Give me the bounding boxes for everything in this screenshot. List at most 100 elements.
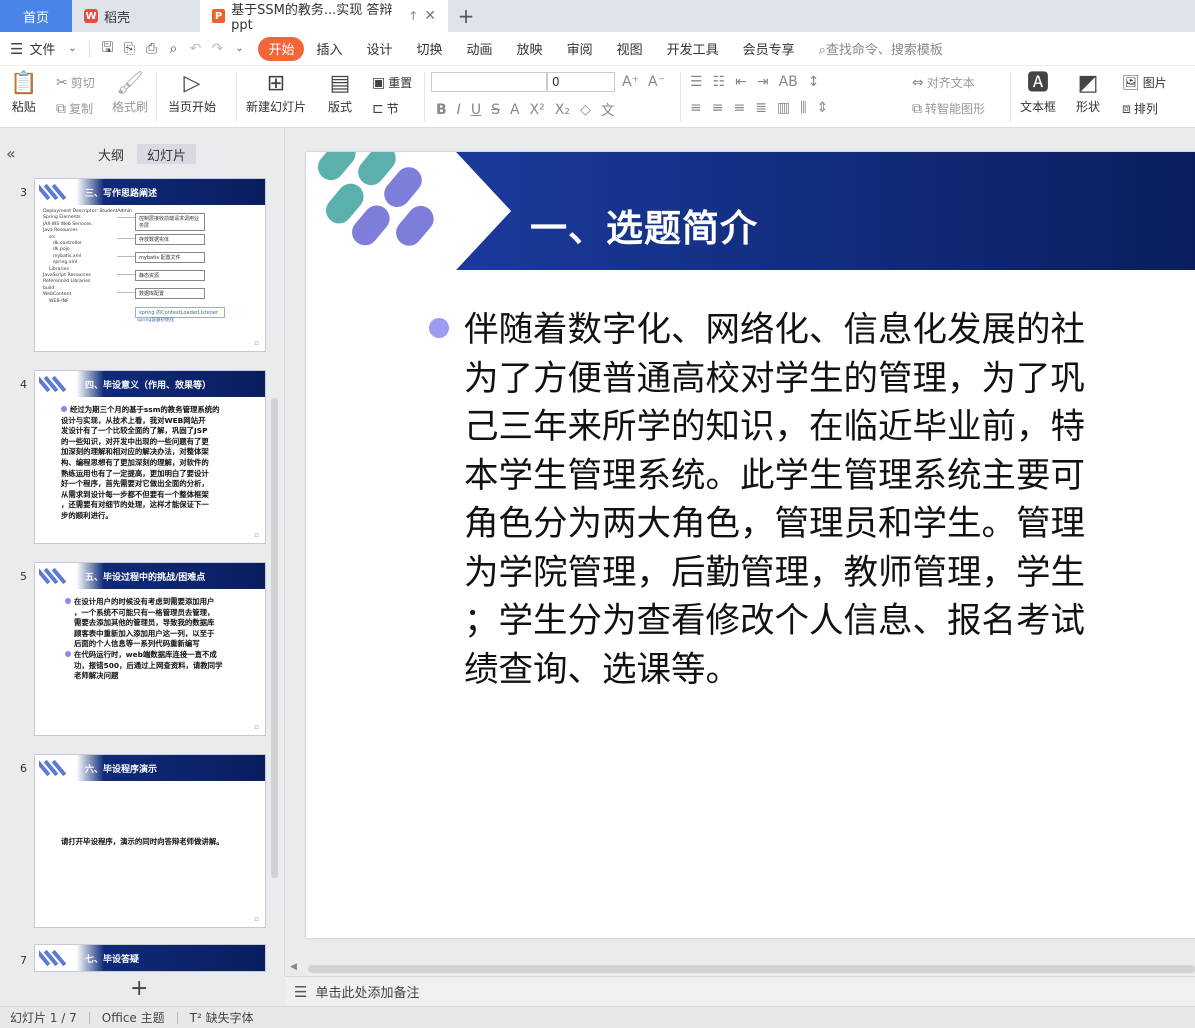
distribute-icon[interactable]: ▥ [777,100,790,116]
horizontal-scrollbar[interactable]: ◀ [286,962,1195,976]
slide-title[interactable]: 一、选题简介 [530,198,758,252]
add-tab-button[interactable]: + [448,0,484,32]
subscript-icon[interactable]: X₂ [555,102,570,118]
redo-icon[interactable]: ↷ [206,38,228,60]
menu-item-developer[interactable]: 开发工具 [655,37,731,61]
slide-thumbnail-5[interactable]: 五、毕设过程中的挑战/困难点 在设计用户的时候没有考虑到需要添加用户 ，一个系统… [34,562,266,736]
format-painter-button[interactable]: 🖌 格式刷 [112,70,148,115]
body-line: ；学生分为查看修改个人信息、报名考试 [464,601,1085,641]
copy-button[interactable]: ⧉ 复制 [56,100,93,117]
columns-icon[interactable]: ⫼ [800,100,806,116]
notes-area[interactable]: ☰ 单击此处添加备注 [286,976,1195,1006]
arrange-button[interactable]: ⧈ 排列 [1122,100,1158,117]
hamburger-icon[interactable]: ☰ [10,40,23,58]
picture-icon: 🖼 [1122,74,1140,91]
add-slide-button[interactable]: + [130,976,148,1001]
layout-button[interactable]: ▤ 版式 [328,70,352,115]
tab-outline[interactable]: 大纲 [88,144,134,164]
missing-font-button[interactable]: T² 缺失字体 [190,1009,254,1026]
theme-name[interactable]: Office 主题 [102,1009,165,1026]
tab-daoke[interactable]: W 稻壳 [72,0,200,32]
section-button[interactable]: ⊏ 节 [372,100,399,117]
slide-number: 6 [20,762,27,775]
slide-thumbnail-7[interactable]: 七、毕设答疑 [34,944,266,972]
preview-icon[interactable]: ⌕ [162,38,184,60]
thumb-line-text: 在设计用户的时候没有考虑到需要添加用户 [74,597,215,606]
menu-item-slideshow[interactable]: 放映 [505,37,555,61]
thumb-header: 四、毕设意义（作用、效果等） [35,371,265,397]
command-search[interactable]: ⌕查找命令、搜索模板 [819,39,943,58]
shape-button[interactable]: ◩ 形状 [1076,70,1100,115]
close-icon[interactable]: ✕ [424,8,436,24]
font-grow-button[interactable]: A⁺ [622,74,639,90]
align-text-label: 对齐文本 [926,76,975,90]
play-from-current-label: 当页开始 [168,100,217,114]
thumb-line-text: 经过为期三个月的基于ssm的教务管理系统的 [70,405,220,414]
play-from-current-button[interactable]: ▷ 当页开始 [168,70,216,115]
scroll-thumb[interactable] [308,965,1195,973]
reset-button[interactable]: ▣ 重置 [372,74,412,91]
thumb-body: 经过为期三个月的基于ssm的教务管理系统的 设计与实现，从技术上看，我对WEB网… [61,405,261,522]
bold-icon[interactable]: B [436,102,447,118]
upload-icon[interactable]: ↑ [408,9,418,23]
collapse-panel-icon[interactable]: « [6,144,16,163]
undo-icon[interactable]: ↶ [184,38,206,60]
align-left-icon[interactable]: ≡ [690,100,702,116]
file-menu[interactable]: 文件 [29,39,55,58]
paste-button[interactable]: 📋 粘贴 [10,70,37,115]
smart-graphic-button[interactable]: ⧉ 转智能图形 [912,100,985,117]
smart-graphic-icon: ⧉ [912,100,922,117]
indent-increase-icon[interactable]: ⇥ [757,74,769,90]
menu-item-insert[interactable]: 插入 [304,37,354,61]
print-icon[interactable]: ⎙ [140,38,162,60]
thumb-title: 六、毕设程序演示 [85,765,158,775]
save-icon[interactable]: 🖫 [96,38,118,60]
quick-access-more-icon[interactable]: ⌄ [228,38,250,60]
font-family-select[interactable] [431,72,547,92]
align-justify-icon[interactable]: ≣ [755,100,767,116]
align-right-icon[interactable]: ≡ [733,100,745,116]
paragraph-group-bottom: ≡ ≡ ≡ ≣ ▥ ⫼ ⇕ [690,100,828,116]
menu-item-animation[interactable]: 动画 [455,37,505,61]
menu-item-design[interactable]: 设计 [355,37,405,61]
text-direction-icon[interactable]: AB [779,74,798,90]
font-shrink-button[interactable]: A⁻ [648,74,665,90]
cut-button[interactable]: ✂ 剪切 [56,74,95,91]
italic-icon[interactable]: I [457,102,461,118]
phonetic-icon[interactable]: 文 [601,100,615,120]
chevron-down-icon[interactable]: ⌄ [61,38,83,60]
textbox-button[interactable]: 🅰 文本框 [1020,70,1056,115]
font-color-icon[interactable]: A [510,102,520,118]
menu-item-transition[interactable]: 切换 [405,37,455,61]
indent-decrease-icon[interactable]: ⇤ [735,74,747,90]
align-center-icon[interactable]: ≡ [712,100,724,116]
panel-scrollbar[interactable] [271,398,278,878]
export-icon[interactable]: ⎘ [118,38,140,60]
line-spacing-icon[interactable]: ↕ [808,74,820,90]
paragraph-spacing-icon[interactable]: ⇕ [817,100,829,116]
menu-item-member[interactable]: 会员专享 [731,37,807,61]
strikethrough-icon[interactable]: S [491,102,500,118]
new-slide-button[interactable]: ⊞ 新建幻灯片 [246,70,306,115]
tab-slides[interactable]: 幻灯片 [137,144,197,164]
picture-button[interactable]: 🖼 图片 [1122,74,1167,91]
underline-icon[interactable]: U [471,102,481,118]
menu-item-start[interactable]: 开始 [258,36,305,61]
numbered-list-icon[interactable]: ☷ [713,74,726,90]
align-text-button[interactable]: ⇔ 对齐文本 [912,74,975,91]
current-slide[interactable]: 一、选题简介 伴随着数字化、网络化、信息化发展的社 为了方便普通高校对学生的管理… [306,152,1195,938]
slide-thumbnail-6[interactable]: 六、毕设程序演示 请打开毕设程序，演示的同时向答辩老师做讲解。 ▫ [34,754,266,928]
superscript-icon[interactable]: X² [530,102,545,118]
menu-item-view[interactable]: 视图 [605,37,655,61]
clear-format-icon[interactable]: ◇ [580,102,591,118]
tab-document[interactable]: P 基于SSM的教务...实现 答辩ppt ↑ ✕ [200,0,448,33]
tab-home[interactable]: 首页 [0,0,72,32]
slide-thumbnail-3[interactable]: 三、写作思路阐述 Deployment Descriptor: StudentA… [34,178,266,352]
font-size-select[interactable]: 0 [547,72,615,92]
scroll-left-icon[interactable]: ◀ [290,962,297,972]
slide-thumbnail-4[interactable]: 四、毕设意义（作用、效果等） 经过为期三个月的基于ssm的教务管理系统的 设计与… [34,370,266,544]
slide-body-text[interactable]: 伴随着数字化、网络化、信息化发展的社 为了方便普通高校对学生的管理，为了巩 己三… [464,306,1195,694]
menu-item-review[interactable]: 审阅 [555,37,605,61]
bullet-list-icon[interactable]: ☰ [690,74,703,90]
font-shrink-icon: A⁻ [648,74,665,90]
